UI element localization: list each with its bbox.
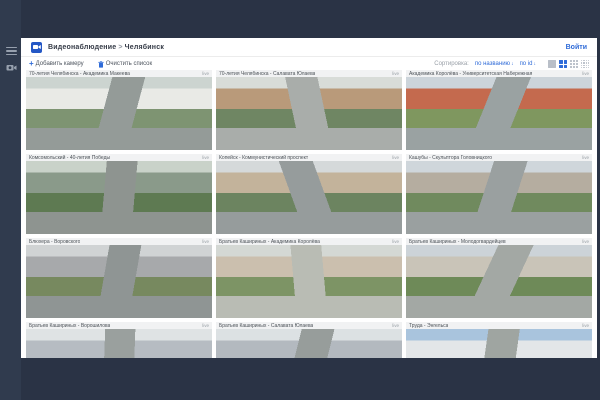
camera-icon [6,63,17,72]
camera-tile: 70-летия Челябинска - Салавата Юлаева liv… [216,70,402,150]
add-camera-label: Добавить камеру [36,61,84,67]
camera-tile: Братьев Кашириных - Салавата Юлаева live [216,322,402,358]
camera-title[interactable]: Комсомольский - 40-летия Победы [29,155,110,161]
camera-title-bar: Братьев Кашириных - Молодогвардейцев live [406,238,592,245]
sort-by-name-label: по названию [475,61,510,67]
sort-arrow-down-icon: ↓ [534,61,537,67]
app-logo[interactable] [31,42,42,53]
camera-title-bar: Кашубы - Скульптора Головницкого live [406,154,592,161]
view-grid-4x4-icon[interactable] [581,60,589,68]
breadcrumb-city[interactable]: Челябинск [125,44,164,51]
live-badge: live [392,71,399,76]
camera-feed-image[interactable] [406,329,592,358]
main-panel: Видеонаблюдение>Челябинск Войти + Добави… [21,38,597,358]
view-grid-2x2-icon[interactable] [559,60,567,68]
camera-feed-image[interactable] [216,161,402,234]
sort-label: Сортировка: [434,61,469,67]
camera-feed-image[interactable] [216,77,402,150]
camera-title[interactable]: Братьев Кашириных - Ворошилова [29,323,110,329]
left-rail [0,0,21,400]
live-badge: live [202,71,209,76]
live-badge: live [582,71,589,76]
live-badge: live [392,323,399,328]
camera-title-bar: Копейск - Коммунистический проспект live [216,154,402,161]
camera-title-bar: Братьев Кашириных - Академика Королёва li… [216,238,402,245]
breadcrumb-separator: > [116,44,124,51]
camera-title[interactable]: 70-летия Челябинска - Салавата Юлаева [219,71,315,77]
breadcrumb: Видеонаблюдение>Челябинск [48,44,164,51]
camera-tile: Братьев Кашириных - Академика Королёва li… [216,238,402,318]
view-single-icon[interactable] [548,60,556,68]
camera-title[interactable]: Академика Королёва - Университетская Наб… [409,71,532,77]
camera-tile: Кашубы - Скульптора Головницкого live [406,154,592,234]
camera-feed-image[interactable] [216,329,402,358]
sort-by-id-label: по id [520,61,533,67]
camera-title[interactable]: Блюхера - Воровского [29,239,80,245]
app-header: Видеонаблюдение>Челябинск Войти [21,38,597,57]
camera-tile: 70-летия Челябинска - Академика Макеева l… [26,70,212,150]
camera-tile: Братьев Кашириных - Ворошилова live [26,322,212,358]
live-badge: live [202,239,209,244]
camera-tile: Братьев Кашириных - Молодогвардейцев live [406,238,592,318]
breadcrumb-brand[interactable]: Видеонаблюдение [48,44,116,51]
login-button[interactable]: Войти [566,44,587,51]
camera-title-bar: 70-летия Челябинска - Салавата Юлаева liv… [216,70,402,77]
view-grid-3x3-icon[interactable] [570,60,578,68]
camera-feed-image[interactable] [406,245,592,318]
menu-icon [6,47,17,56]
camera-title-bar: Труда - Энгельса live [406,322,592,329]
clear-list-button[interactable]: Очистить список [98,61,152,68]
camera-feed-image[interactable] [26,77,212,150]
camera-title-bar: Братьев Кашириных - Салавата Юлаева live [216,322,402,329]
camera-title[interactable]: Копейск - Коммунистический проспект [219,155,308,161]
camera-feed-image[interactable] [406,161,592,234]
camera-title[interactable]: Братьев Кашириных - Академика Королёва [219,239,320,245]
camera-grid: 70-летия Челябинска - Академика Макеева l… [26,70,592,358]
camera-feed-image[interactable] [26,329,212,358]
live-badge: live [392,239,399,244]
camera-title-bar: Академика Королёва - Университетская Наб… [406,70,592,77]
toolbar: + Добавить камеру Очистить список Сортир… [21,58,597,70]
live-badge: live [582,239,589,244]
clear-list-label: Очистить список [106,61,152,67]
live-badge: live [582,155,589,160]
sort-by-id-button[interactable]: по id ↓ [520,61,536,67]
camera-feed-image[interactable] [26,161,212,234]
camera-tile: Копейск - Коммунистический проспект live [216,154,402,234]
camera-tile: Комсомольский - 40-летия Победы live [26,154,212,234]
camera-feed-image[interactable] [26,245,212,318]
sort-by-name-button[interactable]: по названию ↓ [475,61,514,67]
camera-feed-image[interactable] [406,77,592,150]
camera-tile: Труда - Энгельса live [406,322,592,358]
camera-title[interactable]: Братьев Кашириных - Салавата Юлаева [219,323,313,329]
view-mode-switcher [548,60,589,68]
trash-icon [98,61,104,68]
live-badge: live [202,155,209,160]
cameras-nav-button[interactable] [5,61,17,73]
camera-feed-image[interactable] [216,245,402,318]
camera-title-bar: Блюхера - Воровского live [26,238,212,245]
live-badge: live [582,323,589,328]
camera-tile: Блюхера - Воровского live [26,238,212,318]
camera-title[interactable]: 70-летия Челябинска - Академика Макеева [29,71,130,77]
menu-button[interactable] [5,45,17,57]
live-badge: live [392,155,399,160]
camera-title[interactable]: Труда - Энгельса [409,323,448,329]
camera-tile: Академика Королёва - Университетская Наб… [406,70,592,150]
camera-title-bar: 70-летия Челябинска - Академика Макеева l… [26,70,212,77]
sort-arrow-down-icon: ↓ [511,61,514,67]
camera-title[interactable]: Братьев Кашириных - Молодогвардейцев [409,239,506,245]
camera-title-bar: Комсомольский - 40-летия Победы live [26,154,212,161]
plus-icon: + [29,61,34,67]
live-badge: live [202,323,209,328]
camera-title[interactable]: Кашубы - Скульптора Головницкого [409,155,492,161]
sort-controls: Сортировка: по названию ↓ по id ↓ [434,60,589,68]
add-camera-button[interactable]: + Добавить камеру [29,61,84,67]
logo-camera-icon [33,44,41,50]
camera-title-bar: Братьев Кашириных - Ворошилова live [26,322,212,329]
